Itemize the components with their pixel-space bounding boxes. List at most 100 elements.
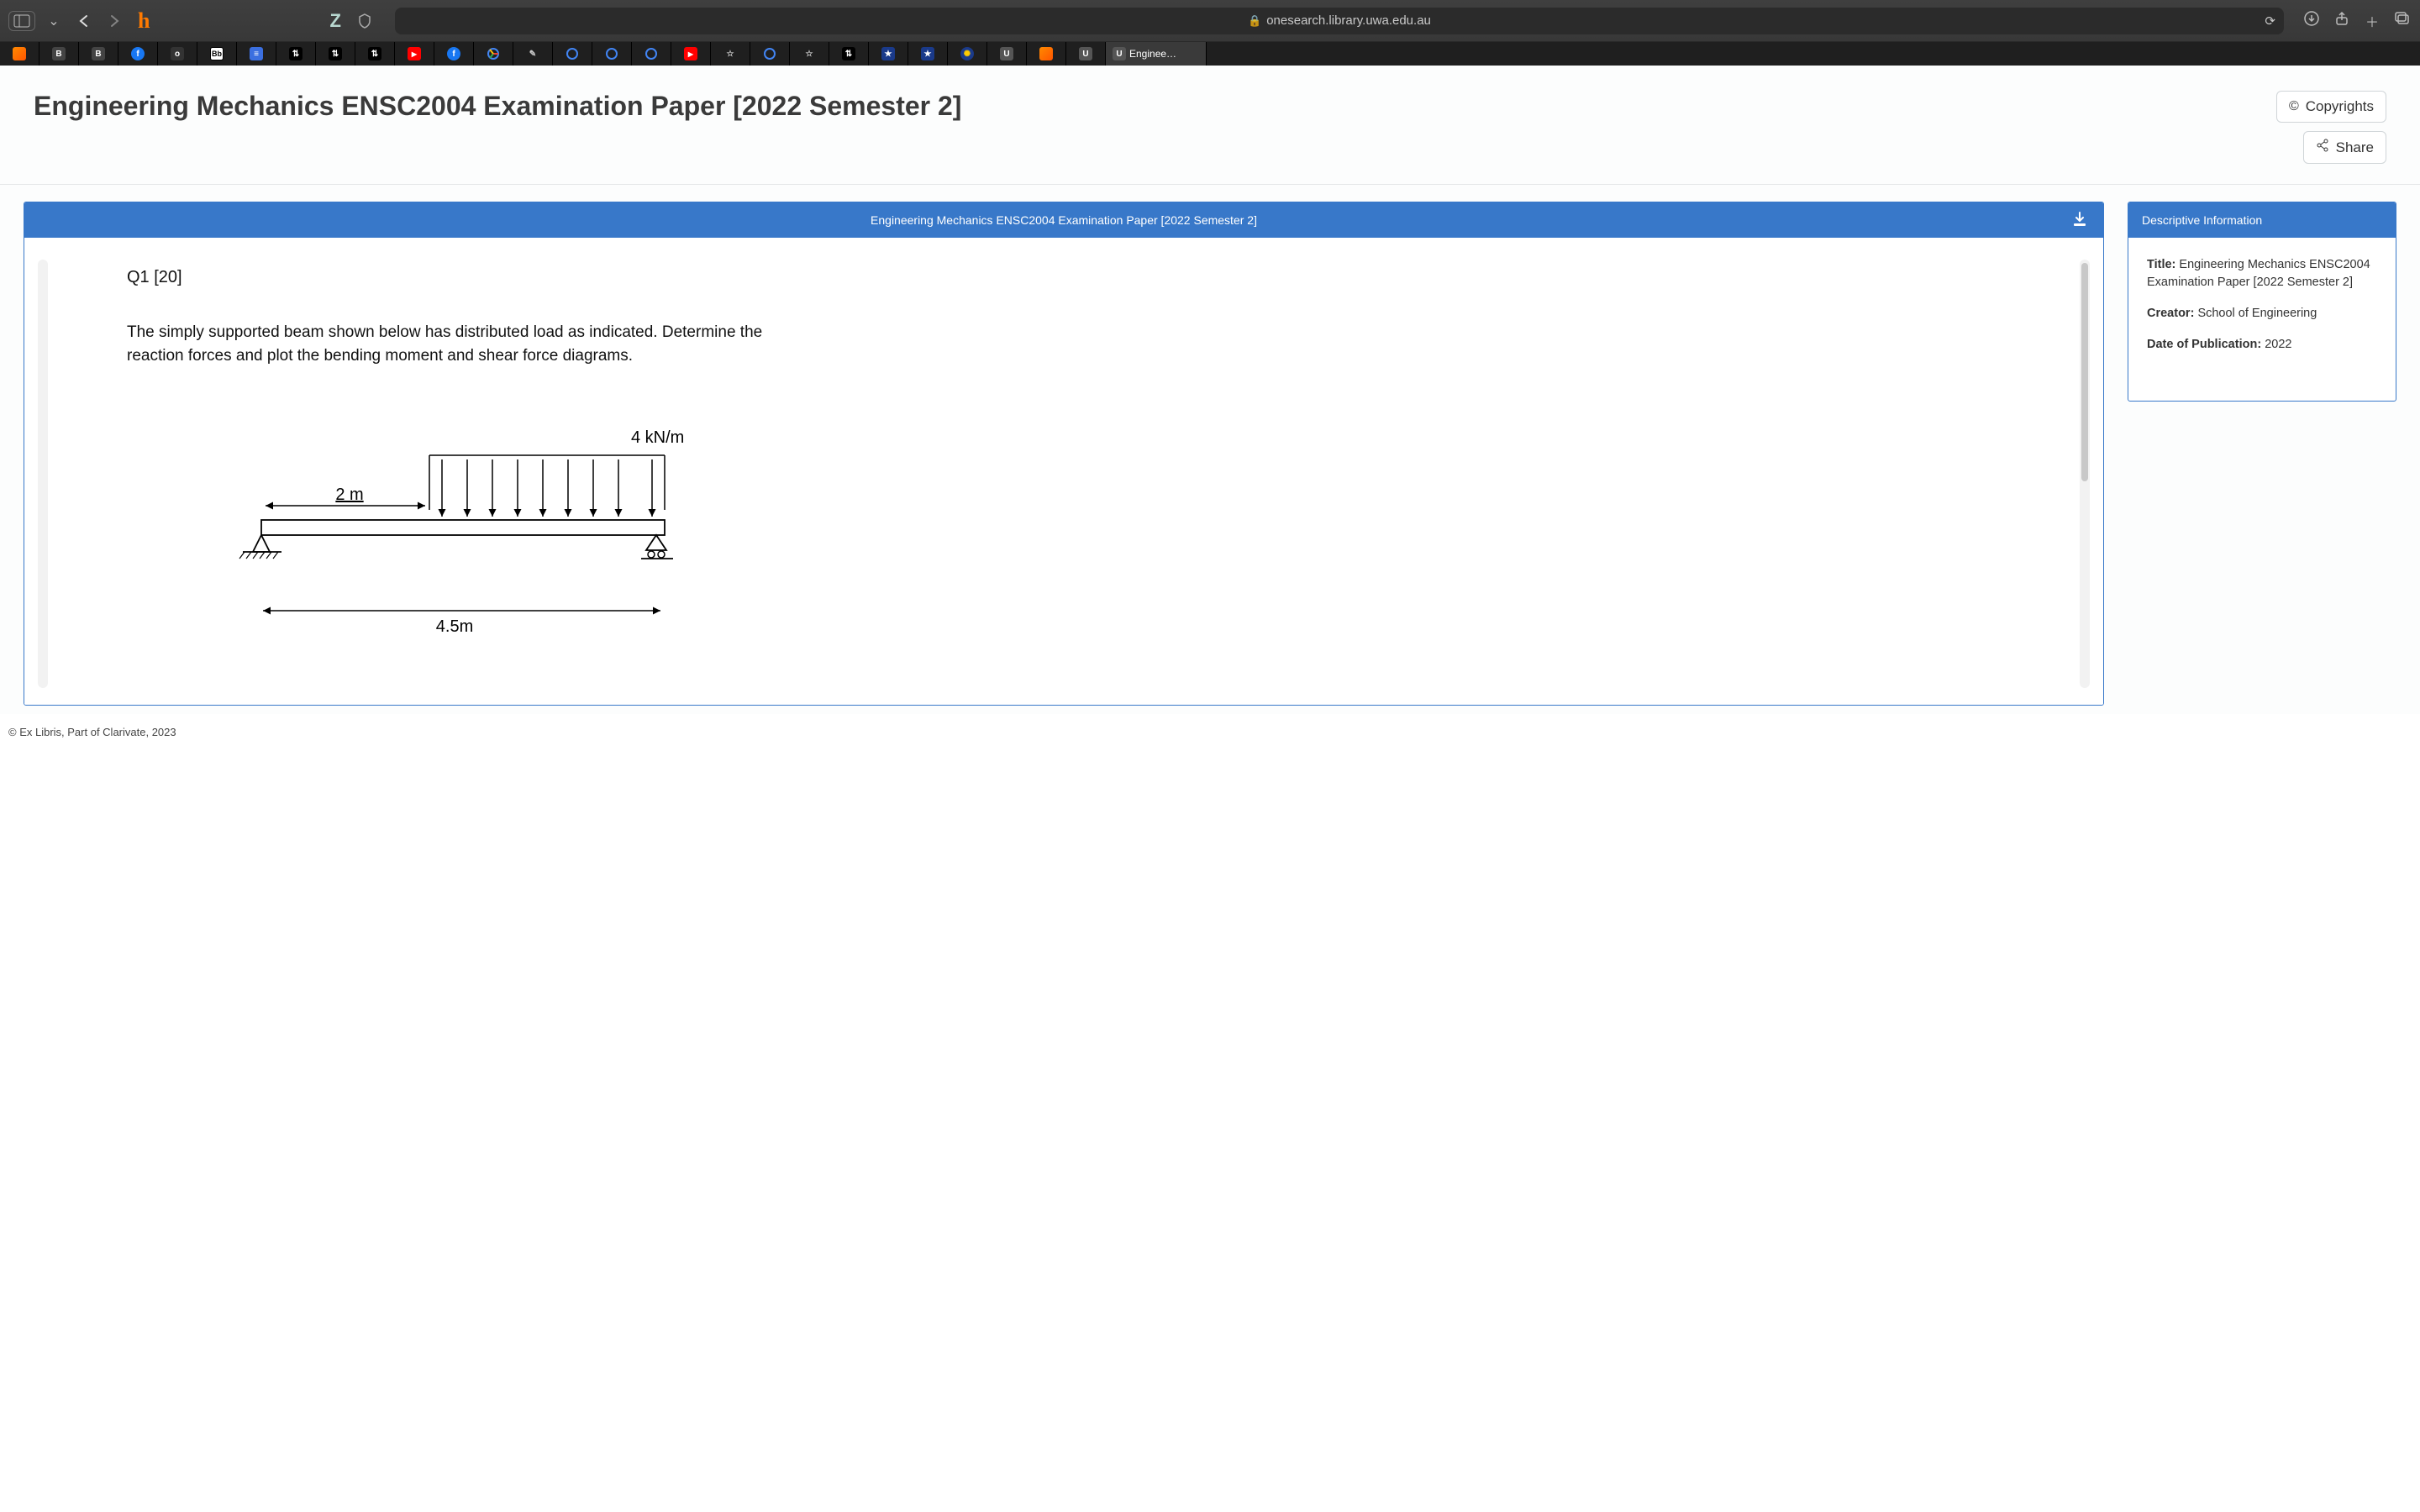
tab-item[interactable]: ★ xyxy=(908,42,948,66)
scrollbar-right[interactable] xyxy=(2080,260,2090,688)
reload-button[interactable]: ⟳ xyxy=(2265,13,2275,29)
favicon-icon: U xyxy=(1079,47,1092,60)
tab-item[interactable]: o xyxy=(158,42,197,66)
chevron-down-icon[interactable]: ⌄ xyxy=(42,9,66,33)
tab-item[interactable]: ▶ xyxy=(395,42,434,66)
address-bar[interactable]: 🔒 onesearch.library.uwa.edu.au ⟳ xyxy=(395,8,2284,34)
title-bar: Engineering Mechanics ENSC2004 Examinati… xyxy=(0,66,2420,185)
favicon-icon: ⇅ xyxy=(329,47,342,60)
viewer-title: Engineering Mechanics ENSC2004 Examinati… xyxy=(56,213,2071,227)
favicon-icon xyxy=(566,47,579,60)
download-button[interactable] xyxy=(2071,211,2088,230)
tab-item[interactable] xyxy=(1027,42,1066,66)
viewer-header: Engineering Mechanics ENSC2004 Examinati… xyxy=(24,202,2103,238)
tab-overview-button[interactable] xyxy=(2393,12,2412,29)
favicon-icon: ☆ xyxy=(723,47,737,60)
tab-item[interactable] xyxy=(474,42,513,66)
privacy-shield-icon[interactable] xyxy=(353,9,376,33)
tab-item[interactable]: ≡ xyxy=(237,42,276,66)
tab-item[interactable] xyxy=(592,42,632,66)
tab-item[interactable]: Bb xyxy=(197,42,237,66)
favicon-icon xyxy=(763,47,776,60)
tab-item[interactable] xyxy=(632,42,671,66)
favicon-icon: ✺ xyxy=(960,47,974,60)
favicon-icon: U xyxy=(1000,47,1013,60)
tab-item[interactable]: U xyxy=(987,42,1027,66)
favicon-icon: ✎ xyxy=(526,47,539,60)
tab-item[interactable]: ⇅ xyxy=(316,42,355,66)
favicon-icon xyxy=(13,47,26,60)
favicon-icon: B xyxy=(92,47,105,60)
footer-text: © Ex Libris, Part of Clarivate, 2023 xyxy=(5,726,2415,738)
favicon-icon: ⇅ xyxy=(289,47,302,60)
favicon-icon xyxy=(644,47,658,60)
active-tab-label: Enginee… xyxy=(1129,48,1176,60)
favicon-icon: ≡ xyxy=(250,47,263,60)
favicon-icon xyxy=(1039,47,1053,60)
tab-item[interactable]: U xyxy=(1066,42,1106,66)
scrollbar-left[interactable] xyxy=(38,260,48,688)
favicon-icon: Bb xyxy=(210,47,224,60)
tab-item[interactable] xyxy=(0,42,39,66)
page-footer: © Ex Libris, Part of Clarivate, 2023 xyxy=(0,714,2420,755)
share-icon[interactable] xyxy=(2333,11,2351,30)
tab-item[interactable]: ⇅ xyxy=(355,42,395,66)
favicon-icon: ▶ xyxy=(684,47,697,60)
share-button[interactable]: Share xyxy=(2303,131,2386,164)
viewer-body: Q1 [20] The simply supported beam shown … xyxy=(24,238,2103,705)
tab-item[interactable]: ✺ xyxy=(948,42,987,66)
tab-item[interactable]: ▶ xyxy=(671,42,711,66)
favicon-icon: f xyxy=(447,47,460,60)
lock-icon: 🔒 xyxy=(1248,14,1261,28)
tab-item[interactable]: ★ xyxy=(869,42,908,66)
page: Engineering Mechanics ENSC2004 Examinati… xyxy=(0,66,2420,1512)
zotero-extension-icon[interactable]: Z xyxy=(329,10,340,32)
page-title: Engineering Mechanics ENSC2004 Examinati… xyxy=(34,91,961,122)
favicon-icon: U xyxy=(1113,47,1126,60)
scrollbar-thumb[interactable] xyxy=(2081,263,2088,481)
favicon-icon: ☆ xyxy=(802,47,816,60)
tab-item[interactable]: B xyxy=(79,42,118,66)
tab-item-active[interactable]: U Enginee… xyxy=(1106,42,1207,66)
copyrights-button[interactable]: © Copyrights xyxy=(2276,91,2386,123)
tab-item[interactable] xyxy=(553,42,592,66)
tab-item[interactable]: ☆ xyxy=(790,42,829,66)
new-tab-button[interactable]: ＋ xyxy=(2363,11,2381,31)
browser-toolbar: ⌄ h Z 🔒 onesearch.library.uwa.edu.au ⟳ ＋ xyxy=(0,0,2420,42)
left-span-label: 2 m xyxy=(335,486,363,504)
favicon-icon: ★ xyxy=(921,47,934,60)
copyright-icon: © xyxy=(2289,99,2299,114)
share-label: Share xyxy=(2336,139,2374,156)
document-page: Q1 [20] The simply supported beam shown … xyxy=(51,260,2075,688)
share-icon xyxy=(2316,139,2329,156)
favicon-icon: o xyxy=(171,47,184,60)
meta-creator: Creator: School of Engineering xyxy=(2147,305,2379,323)
sidebar-toggle-button[interactable] xyxy=(8,11,35,31)
tab-item[interactable]: f xyxy=(434,42,474,66)
tab-item[interactable]: ⇅ xyxy=(829,42,869,66)
tab-item[interactable]: ☆ xyxy=(711,42,750,66)
meta-title: Title: Engineering Mechanics ENSC2004 Ex… xyxy=(2147,256,2379,291)
tab-item[interactable]: f xyxy=(118,42,158,66)
total-span-label: 4.5m xyxy=(436,617,473,636)
copyrights-label: Copyrights xyxy=(2306,98,2374,115)
tab-item[interactable]: ✎ xyxy=(513,42,553,66)
favicon-icon: ★ xyxy=(881,47,895,60)
favicon-icon xyxy=(605,47,618,60)
favicon-icon: ▶ xyxy=(408,47,421,60)
tab-strip: B B f o Bb ≡ ⇅ ⇅ ⇅ ▶ f ✎ ▶ ☆ ☆ ⇅ ★ ★ ✺ U… xyxy=(0,42,2420,66)
favicon-icon: ⇅ xyxy=(368,47,381,60)
downloads-icon[interactable] xyxy=(2302,11,2321,30)
back-button[interactable] xyxy=(72,9,96,33)
tab-item[interactable]: ⇅ xyxy=(276,42,316,66)
document-viewer: Engineering Mechanics ENSC2004 Examinati… xyxy=(24,202,2104,706)
forward-button[interactable] xyxy=(103,9,126,33)
tab-item[interactable] xyxy=(750,42,790,66)
favicon-icon: B xyxy=(52,47,66,60)
tab-item[interactable]: B xyxy=(39,42,79,66)
question-body: The simply supported beam shown below ha… xyxy=(127,321,782,367)
honey-extension-icon[interactable]: h xyxy=(138,8,150,34)
info-panel-header: Descriptive Information xyxy=(2128,202,2396,238)
meta-date: Date of Publication: 2022 xyxy=(2147,336,2379,354)
load-label: 4 kN/m xyxy=(631,428,684,447)
